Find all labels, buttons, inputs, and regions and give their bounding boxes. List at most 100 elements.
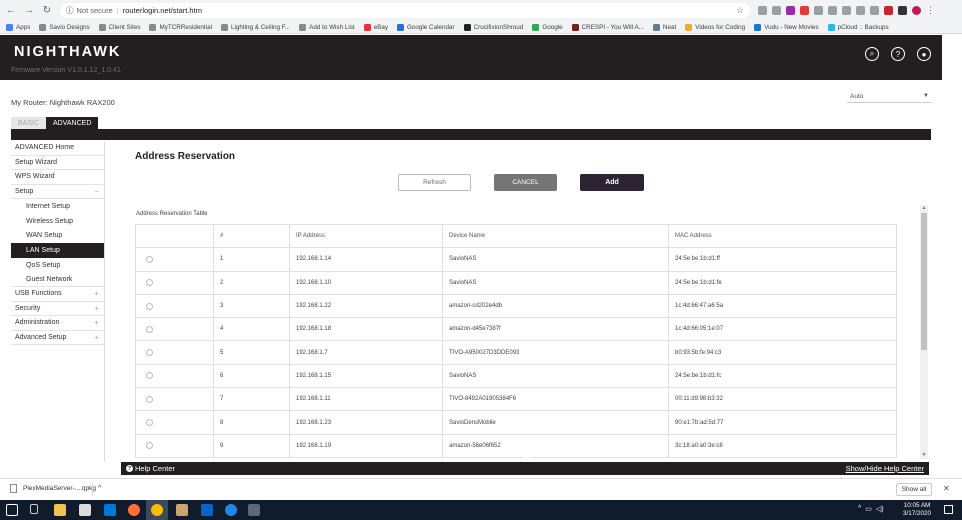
extension-icon[interactable] xyxy=(786,5,795,15)
extension-icon[interactable] xyxy=(870,5,879,15)
row-radio[interactable] xyxy=(146,302,153,310)
sidebar-item-usb-functions[interactable]: USB Functions + xyxy=(11,287,104,302)
sidebar-item-setup[interactable]: Setup − xyxy=(11,185,104,200)
sidebar-item-advanced-setup[interactable]: Advanced Setup + xyxy=(11,331,104,346)
bookmark-item[interactable]: CrucifixionShroud xyxy=(463,23,523,31)
sidebar-item-administration[interactable]: Administration + xyxy=(11,316,104,331)
extension-icon[interactable] xyxy=(772,5,781,15)
bookmark-item[interactable]: eBay xyxy=(363,23,388,31)
chevron-up-icon[interactable]: ^ xyxy=(98,485,101,492)
extension-icon[interactable] xyxy=(814,5,823,15)
reload-icon[interactable]: ↻ xyxy=(40,3,54,17)
profile-avatar-icon[interactable] xyxy=(912,5,921,15)
language-select[interactable]: Auto ▼ xyxy=(847,91,932,103)
network-icon[interactable]: ▭ xyxy=(865,505,872,513)
collapse-icon[interactable]: − xyxy=(94,187,99,196)
chevron-up-icon[interactable]: ^ xyxy=(858,505,861,513)
close-icon[interactable]: ✕ xyxy=(943,484,950,493)
expand-icon[interactable]: + xyxy=(94,289,99,298)
outlook-icon[interactable] xyxy=(201,504,213,516)
table-row[interactable]: 2 192.168.1.10 SavioNAS 24:5e:be:1b:d1:fe xyxy=(135,270,897,295)
bookmark-item[interactable]: Videos for Coding xyxy=(685,23,745,31)
bookmark-item[interactable]: Google Calendar xyxy=(397,23,455,31)
sidebar-item-wireless-setup[interactable]: Wireless Setup xyxy=(11,214,104,229)
table-row[interactable]: 8 192.168.1.23 SavioDensMobile 90:e1:7b:ad:… xyxy=(135,410,897,435)
bookmark-item[interactable]: CRESPI - You Will A... xyxy=(571,23,644,31)
user-icon[interactable]: ● xyxy=(917,47,931,61)
firefox-icon[interactable] xyxy=(128,504,140,516)
bookmark-item[interactable]: Vudu - New Movies xyxy=(754,23,819,31)
row-radio[interactable] xyxy=(146,395,153,403)
show-all-button[interactable]: Show all xyxy=(896,483,932,496)
browser-menu-icon[interactable]: ⋮ xyxy=(926,5,935,16)
expand-icon[interactable]: + xyxy=(94,333,99,342)
extension-icon[interactable] xyxy=(800,5,809,15)
help-toggle-notch[interactable] xyxy=(512,456,540,462)
row-radio[interactable] xyxy=(146,349,153,357)
extension-icon[interactable] xyxy=(856,5,865,15)
table-row[interactable]: 1 192.168.1.14 SavioNAS 24:5e:be:1b:d1:ff xyxy=(135,247,897,272)
file-explorer-icon[interactable] xyxy=(54,504,66,516)
tab-basic[interactable]: BASIC xyxy=(11,117,47,129)
sidebar-item-wps-wizard[interactable]: WPS Wizard xyxy=(11,170,104,185)
extension-icon[interactable] xyxy=(884,5,893,15)
expand-icon[interactable]: + xyxy=(94,318,99,327)
table-row[interactable]: 5 192.168.1.7 TIVO-A950027D3DDE093 b0:93:5b… xyxy=(135,340,897,365)
row-radio[interactable] xyxy=(146,442,153,450)
refresh-button[interactable]: Refresh xyxy=(398,174,471,191)
search-app-icon[interactable] xyxy=(225,504,237,516)
sidebar-item-advanced-home[interactable]: ADVANCED Home xyxy=(11,141,104,156)
volume-icon[interactable]: ◁) xyxy=(876,505,884,513)
bookmark-item[interactable]: Savio Designs xyxy=(39,23,90,31)
bookmark-star-icon[interactable]: ☆ xyxy=(736,5,744,16)
bookmark-item[interactable]: pCloud :: Backups xyxy=(827,23,889,31)
extension-icon[interactable] xyxy=(828,5,837,15)
back-arrow-icon[interactable]: ← xyxy=(4,3,18,17)
extension-icon[interactable] xyxy=(758,5,767,15)
photos-icon[interactable] xyxy=(248,504,260,516)
scrollbar-thumb[interactable] xyxy=(921,213,927,350)
bookmark-item[interactable]: Neat xyxy=(652,23,676,31)
table-row[interactable]: 4 192.168.1.18 amazon-d45e7387f 1c:4d:66:05… xyxy=(135,317,897,342)
sidebar-item-wan-setup[interactable]: WAN Setup xyxy=(11,229,104,244)
sidebar-item-lan-setup[interactable]: LAN Setup xyxy=(11,243,104,258)
task-view-icon[interactable] xyxy=(30,504,38,514)
table-row[interactable]: 9 192.168.1.19 amazon-58e06f652 3c:18:a0:a0… xyxy=(135,433,897,458)
taskbar-clock[interactable]: 10:05 AM 3/17/2020 xyxy=(897,502,937,518)
help-center-link[interactable]: ? Help Center xyxy=(126,464,175,473)
cancel-button[interactable]: CANCEL xyxy=(494,174,557,191)
extension-icon[interactable] xyxy=(842,5,851,15)
expand-icon[interactable]: + xyxy=(94,304,99,313)
table-row[interactable]: 3 192.168.1.22 amazon-cd202e4db 1c:4d:66:47… xyxy=(135,293,897,319)
info-icon[interactable]: ⓘ xyxy=(66,5,74,16)
show-hide-help-link[interactable]: Show/Hide Help Center xyxy=(846,464,924,473)
row-radio[interactable] xyxy=(146,255,153,263)
scroll-up-icon[interactable]: ▲ xyxy=(920,205,928,212)
row-radio[interactable] xyxy=(146,372,153,380)
bookmark-item[interactable]: Add to Wish List xyxy=(299,23,355,31)
table-scrollbar[interactable]: ▲ ▼ xyxy=(920,205,928,459)
forward-arrow-icon[interactable]: → xyxy=(22,3,36,17)
sidebar-item-guest-network[interactable]: Guest Network xyxy=(11,272,104,287)
address-bar[interactable]: ⓘ Not secure | routerlogin.net/start.htm… xyxy=(60,2,750,18)
row-radio[interactable] xyxy=(146,279,153,287)
notification-icon[interactable] xyxy=(944,505,953,514)
table-row[interactable]: 7 192.168.1.11 TIVO-8492A01905384F6 00:11:d… xyxy=(135,387,897,412)
bookmark-item[interactable]: MyTCRResidential xyxy=(149,23,212,31)
search-icon[interactable]: ⌕ xyxy=(865,47,879,61)
calculator-icon[interactable] xyxy=(79,504,91,516)
table-row[interactable]: 6 192.168.1.15 SavioNAS 24:5e:be:1b:d1:fc xyxy=(135,363,897,389)
scroll-down-icon[interactable]: ▼ xyxy=(920,452,928,459)
row-radio[interactable] xyxy=(146,419,153,427)
sidebar-item-security[interactable]: Security + xyxy=(11,302,104,317)
extension-icon[interactable] xyxy=(898,5,907,15)
sidebar-item-internet-setup[interactable]: Internet Setup xyxy=(11,199,104,214)
sidebar-item-setup-wizard[interactable]: Setup Wizard xyxy=(11,156,104,171)
help-icon[interactable]: ? xyxy=(891,47,905,61)
bookmark-item[interactable]: Google xyxy=(532,23,563,31)
download-item[interactable]: PlexMediaServer-....qpkg xyxy=(10,484,96,493)
windows-start-icon[interactable] xyxy=(6,504,18,516)
sidebar-item-qos-setup[interactable]: QoS Setup xyxy=(11,258,104,273)
archive-icon[interactable] xyxy=(176,504,188,516)
bookmark-item[interactable]: Client Sites xyxy=(98,23,140,31)
